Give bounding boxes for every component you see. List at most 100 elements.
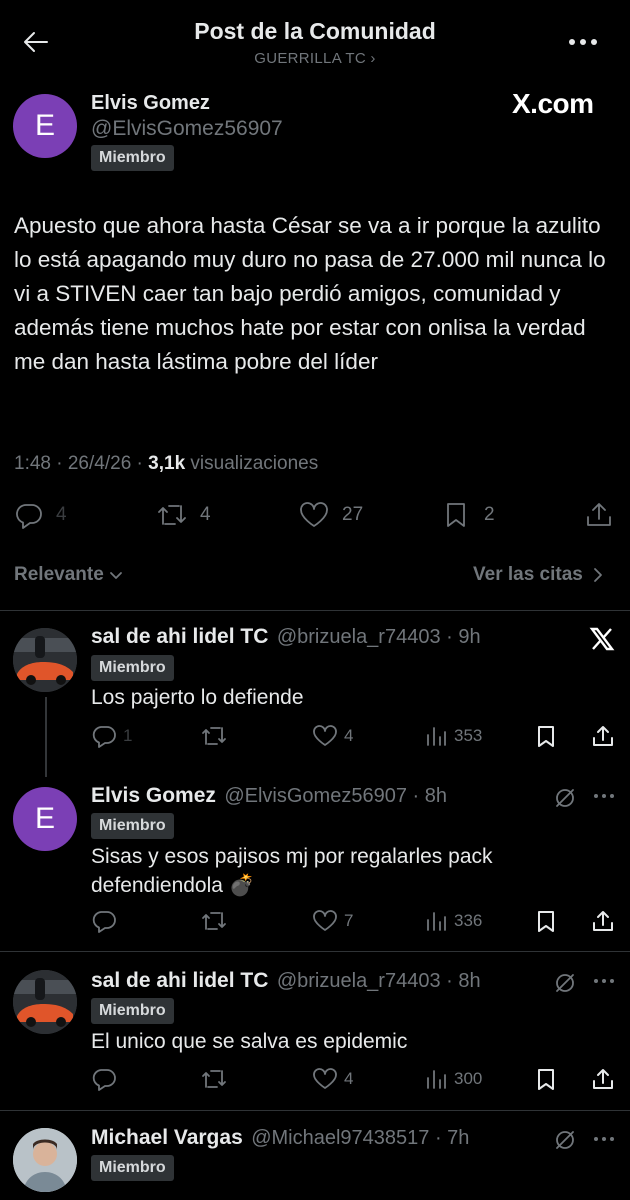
reply-text: Sisas y esos pajisos mj por regalarles p… xyxy=(91,845,493,897)
member-badge: Miembro xyxy=(91,998,174,1024)
share-button[interactable] xyxy=(590,908,616,934)
views-count: 353 xyxy=(454,726,483,745)
avatar[interactable] xyxy=(13,628,77,692)
like-count: 7 xyxy=(344,911,354,930)
person-avatar-image xyxy=(13,1128,77,1192)
reply-header: Elvis Gomez @ElvisGomez56907 · 8h xyxy=(91,784,447,808)
divider xyxy=(0,951,630,952)
reply-author-handle[interactable]: @brizuela_r74403 · 8h xyxy=(277,970,481,992)
member-badge: Miembro xyxy=(91,145,174,171)
bookmark-button[interactable] xyxy=(534,909,558,933)
views-count: 300 xyxy=(454,1069,483,1088)
author-handle[interactable]: @ElvisGomez56907 xyxy=(91,117,283,141)
more-icon xyxy=(594,1137,614,1141)
grok-icon[interactable] xyxy=(553,786,577,810)
more-icon xyxy=(569,39,597,45)
grok-icon[interactable] xyxy=(553,1128,577,1152)
repost-button[interactable]: 4 xyxy=(156,501,211,529)
divider xyxy=(0,1110,630,1111)
repost-icon xyxy=(158,505,186,525)
bookmark-button[interactable]: 2 xyxy=(442,501,495,529)
like-count: 4 xyxy=(344,726,354,745)
heart-icon xyxy=(313,910,337,931)
share-icon xyxy=(593,1069,613,1089)
share-icon xyxy=(593,911,613,931)
avatar[interactable]: E xyxy=(13,787,77,851)
like-button[interactable]: 4 xyxy=(312,724,353,748)
reply-text: El unico que se salva es epidemic xyxy=(91,1030,408,1053)
reply-icon xyxy=(92,726,116,748)
member-badge: Miembro xyxy=(91,1155,174,1181)
sort-relevant-label: Relevante xyxy=(14,564,104,585)
community-link[interactable]: GUERRILLA TC › xyxy=(0,50,630,67)
like-count: 4 xyxy=(344,1069,354,1088)
avatar[interactable] xyxy=(13,1128,77,1192)
repost-icon xyxy=(202,727,226,745)
views-button[interactable]: 300 xyxy=(424,1067,482,1091)
reply-header: sal de ahi lidel TC @brizuela_r74403 · 8… xyxy=(91,969,481,993)
bookmark-icon xyxy=(538,1069,554,1090)
reply-count: 1 xyxy=(123,726,133,745)
like-button[interactable]: 27 xyxy=(298,501,363,529)
views-count: 336 xyxy=(454,911,483,930)
share-button[interactable] xyxy=(590,1066,616,1092)
bookmark-count: 2 xyxy=(484,504,495,525)
reply-author-name[interactable]: sal de ahi lidel TC xyxy=(91,969,268,992)
reply-button[interactable]: 4 xyxy=(14,501,67,529)
views-count: 3,1k xyxy=(148,453,186,474)
bookmark-button[interactable] xyxy=(534,724,558,748)
repost-icon xyxy=(202,1070,226,1088)
avatar[interactable] xyxy=(13,970,77,1034)
heart-icon xyxy=(313,725,337,746)
page-title: Post de la Comunidad xyxy=(194,18,436,44)
grok-icon[interactable] xyxy=(553,971,577,995)
avatar[interactable]: E xyxy=(13,94,77,158)
bookmark-button[interactable] xyxy=(534,1067,558,1091)
reply-author-name[interactable]: Elvis Gomez xyxy=(91,784,216,807)
author-name[interactable]: Elvis Gomez xyxy=(91,92,210,115)
heart-icon xyxy=(313,1068,337,1089)
reply-header: Michael Vargas @Michael97438517 · 7h xyxy=(91,1126,469,1150)
reply-text: Los pajerto lo defiende xyxy=(91,686,304,709)
repost-button[interactable] xyxy=(200,909,234,933)
sort-relevant-dropdown[interactable]: Relevante xyxy=(14,564,124,586)
like-button[interactable]: 7 xyxy=(312,909,353,933)
views-button[interactable]: 336 xyxy=(424,909,482,933)
more-options-button[interactable] xyxy=(592,975,616,987)
repost-count: 4 xyxy=(200,504,211,525)
reply-header: sal de ahi lidel TC @brizuela_r74403 · 9… xyxy=(91,625,481,649)
reply-icon xyxy=(16,504,42,529)
views-icon xyxy=(427,912,446,931)
reply-author-name[interactable]: sal de ahi lidel TC xyxy=(91,625,268,648)
share-icon xyxy=(587,503,611,526)
like-button[interactable]: 4 xyxy=(312,1067,353,1091)
share-icon xyxy=(593,726,613,746)
reply-button[interactable] xyxy=(91,909,123,933)
more-options-button[interactable] xyxy=(566,30,602,54)
reply-author-handle[interactable]: @Michael97438517 · 7h xyxy=(251,1127,469,1149)
views-icon xyxy=(427,727,446,746)
more-options-button[interactable] xyxy=(592,1133,616,1145)
views-button[interactable]: 353 xyxy=(424,724,482,748)
divider xyxy=(0,610,630,611)
chevron-down-icon xyxy=(109,572,122,579)
reply-button[interactable] xyxy=(91,1067,123,1091)
reply-author-handle[interactable]: @ElvisGomez56907 · 8h xyxy=(224,785,447,807)
heart-icon xyxy=(300,502,328,527)
view-quotes-link[interactable]: Ver las citas xyxy=(473,564,605,586)
post-meta: 1:48 · 26/4/26 · 3,1k visualizaciones xyxy=(14,453,318,475)
share-button[interactable] xyxy=(590,723,616,749)
reply-icon xyxy=(92,911,116,933)
reply-author-handle[interactable]: @brizuela_r74403 · 9h xyxy=(277,626,481,648)
x-logo-icon xyxy=(589,626,615,652)
more-icon xyxy=(594,794,614,798)
reply-author-name[interactable]: Michael Vargas xyxy=(91,1126,243,1149)
repost-button[interactable] xyxy=(200,724,234,748)
views-icon xyxy=(427,1070,446,1089)
reply-button[interactable]: 1 xyxy=(91,724,132,748)
repost-button[interactable] xyxy=(200,1067,234,1091)
bookmark-icon xyxy=(447,503,465,527)
post-time: 1:48 · 26/4/26 · xyxy=(14,453,149,474)
more-options-button[interactable] xyxy=(592,790,616,802)
share-button[interactable] xyxy=(584,500,614,530)
